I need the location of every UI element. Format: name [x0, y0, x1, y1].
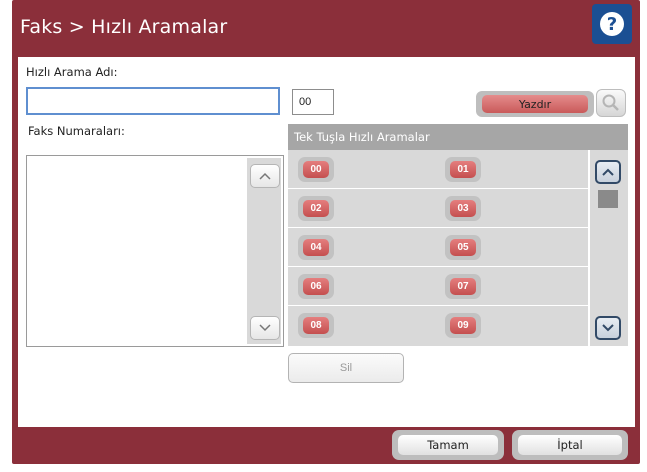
- title-bar: Faks > Hızlı Aramalar: [12, 2, 592, 52]
- ok-button[interactable]: Tamam: [392, 430, 504, 460]
- magnifier-icon: [602, 94, 619, 111]
- speed-dial-button-01[interactable]: 01: [445, 157, 481, 182]
- print-button[interactable]: Yazdır: [476, 91, 594, 117]
- speed-dial-header: Tek Tuşla Hızlı Aramalar: [288, 124, 628, 150]
- speed-dial-button-09[interactable]: 09: [445, 313, 481, 338]
- speed-dial-label: 01: [450, 161, 476, 178]
- speed-dial-scrollbar[interactable]: [590, 150, 628, 346]
- speed-dial-button-04[interactable]: 04: [298, 235, 334, 260]
- help-button[interactable]: ?: [592, 4, 632, 44]
- main-panel: Hızlı Arama Adı: Faks Numaraları: 00 Yaz…: [18, 57, 635, 427]
- speed-dial-button-06[interactable]: 06: [298, 274, 334, 299]
- speed-dial-label: 03: [450, 200, 476, 217]
- ok-button-label: Tamam: [398, 435, 498, 455]
- speed-dial-button-08[interactable]: 08: [298, 313, 334, 338]
- fax-list-scrollbar[interactable]: [247, 158, 281, 344]
- speed-dial-number-field[interactable]: 00: [292, 89, 334, 115]
- help-icon: ?: [600, 12, 624, 36]
- fax-list-scroll-down-button[interactable]: [250, 316, 280, 340]
- print-button-label: Yazdır: [482, 95, 588, 113]
- delete-button[interactable]: Sil: [288, 353, 404, 383]
- search-button[interactable]: [596, 89, 626, 117]
- speed-dial-button-05[interactable]: 05: [445, 235, 481, 260]
- speed-dial-label: 09: [450, 317, 476, 334]
- speed-dial-button-07[interactable]: 07: [445, 274, 481, 299]
- speed-dial-label: 08: [303, 317, 329, 334]
- chevron-up-icon: [259, 172, 271, 180]
- cancel-button[interactable]: İptal: [512, 430, 628, 460]
- speed-dial-label: 07: [450, 278, 476, 295]
- speed-dial-name-label: Hızlı Arama Adı:: [26, 65, 118, 79]
- fax-numbers-list[interactable]: [26, 155, 284, 347]
- speed-dial-row: 02 03: [288, 189, 588, 228]
- speed-dial-row: 08 09: [288, 306, 588, 345]
- fax-list-scroll-up-button[interactable]: [250, 164, 280, 188]
- speed-dial-button-00[interactable]: 00: [298, 157, 334, 182]
- speed-dial-scroll-up-button[interactable]: [595, 160, 621, 184]
- speed-dial-scroll-thumb[interactable]: [598, 190, 618, 208]
- fax-numbers-label: Faks Numaraları:: [28, 124, 125, 138]
- speed-dial-row: 00 01: [288, 150, 588, 189]
- page-title: Faks > Hızlı Aramalar: [20, 16, 228, 38]
- chevron-down-icon: [259, 324, 271, 332]
- speed-dial-row: 04 05: [288, 228, 588, 267]
- speed-dial-label: 06: [303, 278, 329, 295]
- speed-dial-label: 05: [450, 239, 476, 256]
- speed-dial-grid: 00 01 02 03 04 05 06 07 08 09: [288, 150, 588, 346]
- speed-dial-row: 06 07: [288, 267, 588, 306]
- speed-dial-scroll-down-button[interactable]: [595, 316, 621, 340]
- speed-dial-button-03[interactable]: 03: [445, 196, 481, 221]
- cancel-button-label: İptal: [518, 435, 622, 455]
- speed-dial-button-02[interactable]: 02: [298, 196, 334, 221]
- chevron-up-icon: [602, 168, 614, 176]
- chevron-down-icon: [602, 324, 614, 332]
- speed-dial-label: 00: [303, 161, 329, 178]
- speed-dial-name-input[interactable]: [26, 87, 280, 115]
- speed-dial-label: 04: [303, 239, 329, 256]
- speed-dial-label: 02: [303, 200, 329, 217]
